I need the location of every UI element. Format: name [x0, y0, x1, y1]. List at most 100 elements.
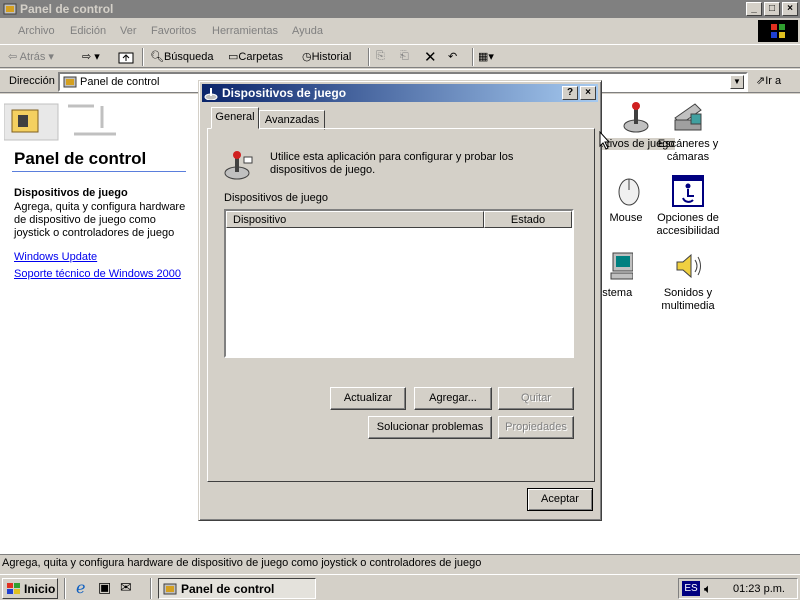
menu-herramientas[interactable]: Herramientas — [212, 25, 278, 37]
minimize-button[interactable]: _ — [746, 2, 762, 16]
selected-item-title: Dispositivos de juego — [14, 187, 128, 199]
standard-toolbar: ⇦ Atrás ▾ ⇨ ▾ 🔍︎Búsqueda ▭Carpetas ◷Hist… — [0, 44, 800, 68]
forward-arrow-icon: ⇨ — [82, 51, 92, 63]
move-to-icon: ⎘ — [376, 50, 385, 62]
history-icon: ◷ — [302, 51, 312, 63]
link-windows-support[interactable]: Soporte técnico de Windows 2000 — [14, 268, 181, 280]
search-label: Búsqueda — [163, 51, 214, 63]
folders-icon: ▭ — [228, 51, 239, 63]
folders-button[interactable]: ▭Carpetas — [228, 50, 294, 66]
menu-bar: Archivo Edición Ver Favoritos Herramient… — [0, 20, 800, 42]
selected-item-description: Agrega, quita y configura hardware de di… — [14, 201, 186, 239]
copy-to-button[interactable]: ⎗ — [400, 50, 418, 66]
icon-label: Sonidos y multimedia — [661, 287, 715, 312]
forward-button[interactable]: ⇨ ▾ — [82, 50, 112, 66]
menu-edicion[interactable]: Edición — [70, 25, 106, 37]
delete-button[interactable]: ✕ — [424, 48, 442, 66]
move-to-button[interactable]: ⎘ — [376, 50, 394, 66]
dialog-close-button[interactable]: × — [580, 86, 596, 100]
back-arrow-icon: ⇦ — [8, 51, 18, 63]
icon-label: Escáneres y cámaras — [657, 138, 719, 163]
internet-explorer-icon[interactable]: ℯ — [76, 578, 85, 598]
intro-text: Utilice esta aplicación para configurar … — [270, 151, 514, 176]
control-panel-icon — [3, 3, 17, 15]
control-panel-task-icon — [163, 583, 177, 595]
address-label: Dirección — [9, 75, 55, 87]
address-dropdown-button[interactable]: ▼ — [730, 75, 744, 89]
remove-button[interactable]: Quitar — [498, 387, 574, 410]
window-titlebar[interactable]: Panel de control _ □ × — [0, 0, 800, 18]
status-bar: Agrega, quita y configura hardware de di… — [0, 554, 800, 572]
game-controller-icon — [224, 151, 253, 180]
mouse-icon — [618, 178, 640, 206]
control-panel-small-icon — [63, 76, 77, 88]
menu-ver[interactable]: Ver — [120, 25, 137, 37]
menu-ayuda[interactable]: Ayuda — [292, 25, 323, 37]
outlook-express-icon[interactable]: ✉ — [120, 579, 132, 596]
icon-accessibility[interactable]: Opciones de accesibilidad — [648, 174, 728, 238]
properties-button[interactable]: Propiedades — [498, 416, 574, 439]
up-folder-icon — [118, 52, 134, 64]
menu-favoritos[interactable]: Favoritos — [151, 25, 196, 37]
go-arrow-icon: ⇗ — [756, 75, 766, 87]
icon-label: Mouse — [609, 212, 643, 224]
task-label: Panel de control — [181, 582, 275, 596]
column-device[interactable]: Dispositivo — [226, 211, 484, 228]
column-status[interactable]: Estado — [484, 211, 572, 228]
start-label: Inicio — [24, 582, 56, 596]
back-label: Atrás — [19, 51, 46, 63]
webview-header-graphic — [4, 103, 116, 141]
windows-logo — [758, 20, 798, 42]
add-button[interactable]: Agregar... — [414, 387, 492, 410]
windows-flag-icon — [7, 583, 20, 594]
tab-panel-general: Utilice esta aplicación para configurar … — [207, 128, 595, 482]
link-windows-update[interactable]: Windows Update — [14, 251, 97, 263]
help-button[interactable]: ? — [562, 86, 578, 100]
tab-advanced[interactable]: Avanzadas — [259, 110, 325, 130]
maximize-button[interactable]: □ — [764, 2, 780, 16]
volume-icon[interactable]: 🔈︎ — [704, 581, 712, 597]
views-icon: ▦ — [478, 51, 489, 63]
title-divider — [12, 171, 186, 172]
icon-scanners-cameras[interactable]: Escáneres y cámaras — [648, 100, 728, 164]
status-text: Agrega, quita y configura hardware de di… — [2, 557, 482, 569]
undo-button[interactable]: ↶ — [448, 50, 466, 66]
copy-to-icon: ⎗ — [400, 50, 409, 62]
icon-sounds-multimedia[interactable]: Sonidos y multimedia — [648, 249, 728, 313]
accessibility-icon — [672, 175, 704, 207]
delete-x-icon: ✕ — [424, 49, 437, 66]
device-list[interactable]: Dispositivo Estado — [224, 209, 574, 358]
taskbar-button-control-panel[interactable]: Panel de control — [158, 578, 316, 599]
start-button[interactable]: Inicio — [2, 578, 58, 599]
dialog-title: Dispositivos de juego — [222, 86, 347, 100]
history-button[interactable]: ◷Historial — [302, 50, 362, 66]
clock[interactable]: 01:23 p.m. — [733, 583, 785, 595]
speaker-icon — [676, 253, 701, 279]
taskbar: Inicio ℯ ▣ ✉ Panel de control ES 🔈︎ 01:2… — [0, 574, 800, 600]
tab-general[interactable]: General — [211, 107, 259, 129]
undo-icon: ↶ — [448, 51, 458, 63]
show-desktop-icon[interactable]: ▣ — [98, 579, 111, 596]
menu-archivo[interactable]: Archivo — [18, 25, 55, 37]
language-indicator[interactable]: ES — [682, 581, 700, 596]
search-button[interactable]: 🔍︎Búsqueda — [150, 50, 218, 66]
search-icon: 🔍︎ — [150, 51, 164, 63]
back-button[interactable]: ⇦ Atrás ▾ — [8, 50, 68, 66]
page-title: Panel de control — [14, 149, 147, 168]
up-folder-button[interactable] — [118, 50, 136, 66]
refresh-button[interactable]: Actualizar — [330, 387, 406, 410]
go-label: Ir a — [765, 75, 782, 87]
go-button[interactable]: ⇗Ir a — [756, 74, 781, 87]
system-tray: ES 🔈︎ 01:23 p.m. — [678, 578, 798, 599]
ok-button[interactable]: Aceptar — [527, 488, 593, 511]
window-title: Panel de control — [20, 2, 114, 16]
folders-label: Carpetas — [238, 51, 284, 63]
joystick-small-icon — [204, 88, 218, 100]
views-button[interactable]: ▦▾ — [478, 50, 504, 66]
address-value: Panel de control — [80, 76, 160, 88]
troubleshoot-button[interactable]: Solucionar problemas — [368, 416, 492, 439]
computer-icon — [610, 252, 633, 280]
close-button[interactable]: × — [782, 2, 798, 16]
dialog-titlebar[interactable]: Dispositivos de juego ? × — [202, 84, 598, 102]
scanner-icon — [674, 103, 702, 131]
